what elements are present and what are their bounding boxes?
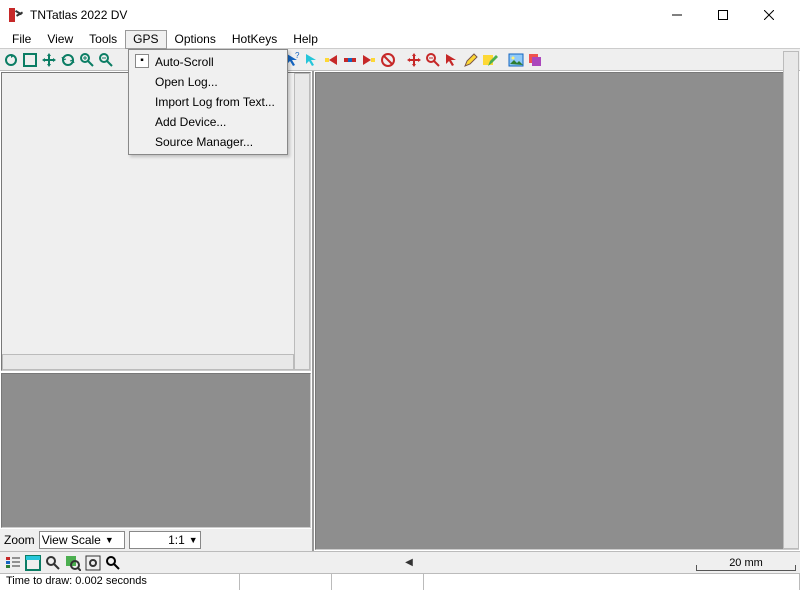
gps-import-log[interactable]: Import Log from Text...: [131, 92, 285, 112]
frame-icon[interactable]: [21, 51, 39, 69]
window-green-icon[interactable]: [24, 554, 42, 572]
menu-label: Auto-Scroll: [155, 55, 214, 69]
edit-layer-icon[interactable]: [481, 51, 499, 69]
zoom-row: Zoom View Scale ▼ 1:1 ▼: [0, 529, 312, 551]
flag-right-icon[interactable]: [360, 51, 378, 69]
no-entry-icon[interactable]: [379, 51, 397, 69]
scale-bar: 20 mm: [696, 557, 796, 569]
collapse-left-icon[interactable]: ◀: [404, 557, 414, 568]
sync-icon[interactable]: [59, 51, 77, 69]
zoom-in-icon[interactable]: [78, 51, 96, 69]
status-cell-2: [240, 574, 332, 590]
menu-help[interactable]: Help: [285, 30, 326, 49]
gps-add-device[interactable]: Add Device...: [131, 112, 285, 132]
refresh-icon[interactable]: [2, 51, 20, 69]
chevron-down-icon: ▼: [105, 535, 114, 545]
close-button[interactable]: [746, 0, 792, 30]
flag-center-icon[interactable]: [341, 51, 359, 69]
zoom-value-combo[interactable]: 1:1 ▼: [129, 531, 201, 549]
preview-pane[interactable]: [1, 373, 311, 528]
menu-bar: File View Tools GPS Options HotKeys Help: [0, 30, 800, 49]
gps-dropdown: ▪ Auto-Scroll Open Log... Import Log fro…: [128, 49, 288, 155]
svg-text:?: ?: [295, 52, 300, 60]
pointer-red-icon[interactable]: [443, 51, 461, 69]
window-title: TNTatlas 2022 DV: [30, 8, 654, 22]
zoom-mode-value: View Scale: [42, 533, 101, 547]
pointer-cyan-icon[interactable]: [303, 51, 321, 69]
menu-view[interactable]: View: [39, 30, 81, 49]
tree-scrollbar-vertical[interactable]: [294, 73, 310, 370]
menu-options[interactable]: Options: [167, 30, 224, 49]
view-scrollbar-vertical[interactable]: [783, 51, 799, 549]
chevron-down-icon: ▼: [189, 535, 198, 545]
bottom-toolbar: ◀ 20 mm: [0, 551, 800, 573]
window-controls: [654, 0, 792, 30]
title-bar: TNTatlas 2022 DV: [0, 0, 800, 30]
menu-file[interactable]: File: [4, 30, 39, 49]
status-draw-time: Time to draw: 0.002 seconds: [0, 574, 240, 590]
gps-auto-scroll[interactable]: ▪ Auto-Scroll: [131, 52, 285, 72]
menu-tools[interactable]: Tools: [81, 30, 125, 49]
zoom-mode-combo[interactable]: View Scale ▼: [39, 531, 125, 549]
zoom-out-icon[interactable]: [97, 51, 115, 69]
map-view[interactable]: [315, 72, 799, 550]
main-toolbar: ?: [0, 49, 800, 71]
flag-left-icon[interactable]: [322, 51, 340, 69]
zoom-label: Zoom: [4, 533, 35, 547]
menu-gps[interactable]: GPS: [125, 30, 166, 49]
legend-icon[interactable]: [4, 554, 22, 572]
gps-source-manager[interactable]: Source Manager...: [131, 132, 285, 152]
zoom-tool-icon[interactable]: [44, 554, 62, 572]
pan-icon[interactable]: [40, 51, 58, 69]
main-area: Zoom View Scale ▼ 1:1 ▼: [0, 71, 800, 551]
minimize-button[interactable]: [654, 0, 700, 30]
menu-hotkeys[interactable]: HotKeys: [224, 30, 285, 49]
zoom-dark-icon[interactable]: [104, 554, 122, 572]
status-bar: Time to draw: 0.002 seconds: [0, 573, 800, 590]
map-zoom-icon[interactable]: [64, 554, 82, 572]
checkbox-icon: ▪: [135, 54, 149, 68]
zoom-value: 1:1: [168, 533, 185, 547]
gps-open-log[interactable]: Open Log...: [131, 72, 285, 92]
layers-icon[interactable]: [526, 51, 544, 69]
status-cell-3: [332, 574, 424, 590]
tree-scrollbar-horizontal[interactable]: [2, 354, 294, 370]
status-cell-4: [424, 574, 800, 590]
move-red-icon[interactable]: [405, 51, 423, 69]
zoom-extents-icon[interactable]: [84, 554, 102, 572]
pencil-icon[interactable]: [462, 51, 480, 69]
image-icon[interactable]: [507, 51, 525, 69]
zoom-red-icon[interactable]: [424, 51, 442, 69]
maximize-button[interactable]: [700, 0, 746, 30]
app-icon: [8, 7, 24, 23]
